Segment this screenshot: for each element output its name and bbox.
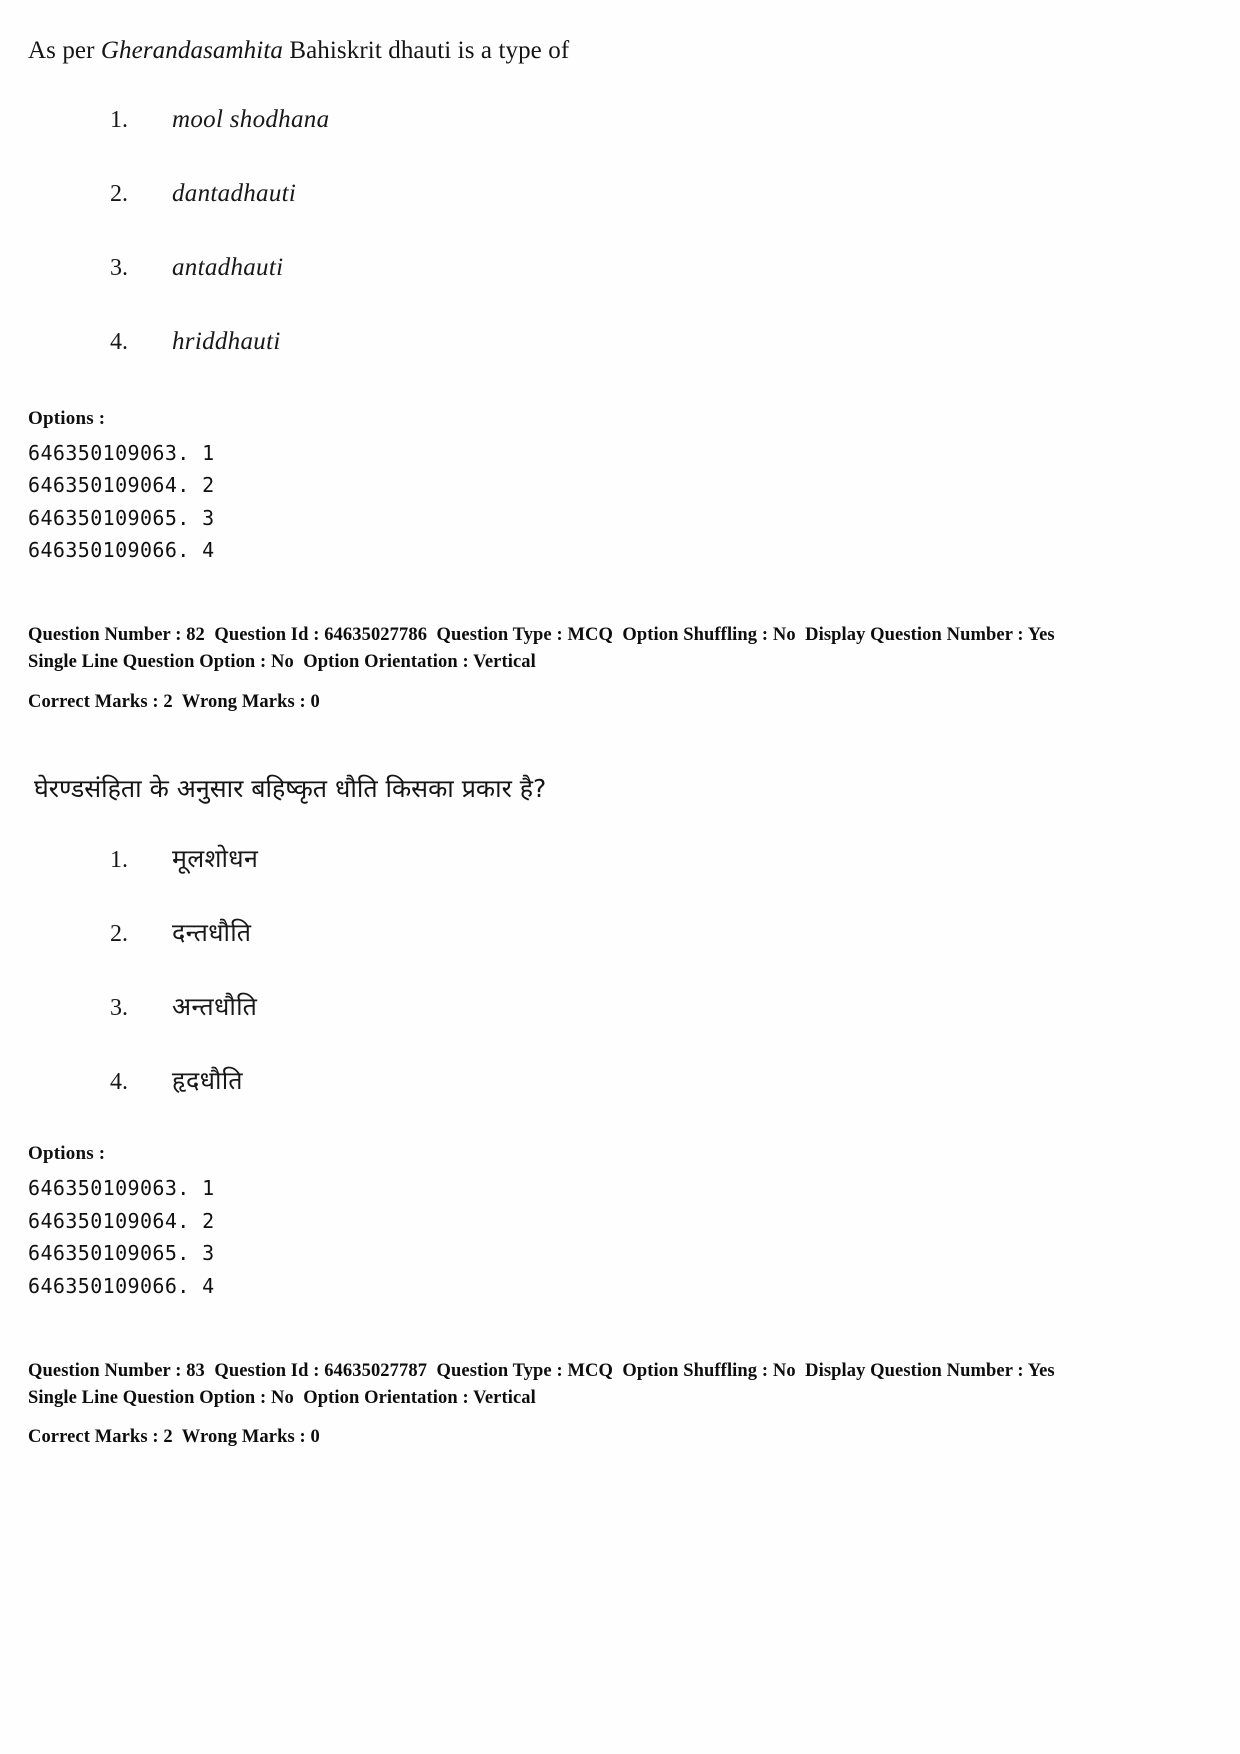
option-id-entry: 646350109064. 2 (28, 1208, 215, 1233)
option-number: 2. (110, 921, 128, 948)
option-number: 3. (110, 254, 128, 281)
stem-prefix: As per (28, 37, 101, 64)
option-id-entry: 646350109066. 4 (28, 537, 215, 562)
metadata-line-identifiers: Question Number : 82 Question Id : 64635… (28, 625, 1055, 646)
option-id-entry: 646350109063. 1 (28, 1176, 215, 1201)
option-ids-block-hindi: Options : 646350109063. 1 646350109064. … (28, 1143, 1212, 1302)
option-id-entry: 646350109066. 4 (28, 1273, 215, 1298)
answer-options-hindi: 1. मूलशोधन 2. दन्तधौति 3. अन्तधौति 4. हृ… (28, 841, 1212, 1137)
options-label: Options : (28, 1143, 106, 1165)
option-row[interactable]: 2. दन्तधौति (28, 915, 1212, 989)
option-row[interactable]: 1. mool shodhana (28, 106, 1212, 180)
option-label: dantadhauti (172, 179, 297, 207)
metadata-line-marks: Correct Marks : 2 Wrong Marks : 0 (28, 691, 320, 712)
page-content: As per Gherandasamhita Bahiskrit dhauti … (28, 34, 1212, 1451)
option-row[interactable]: 4. hriddhauti (28, 328, 1212, 402)
metadata-line-layout: Single Line Question Option : No Option … (28, 1387, 536, 1408)
question-stem-english: As per Gherandasamhita Bahiskrit dhauti … (28, 34, 1212, 68)
option-label: हृदधौति (172, 1066, 243, 1096)
option-label: अन्तधौति (172, 992, 258, 1022)
question-block-hindi: घेरण्डसंहिता के अनुसार बहिष्कृत धौति किस… (28, 771, 1212, 1451)
exam-page: As per Gherandasamhita Bahiskrit dhauti … (0, 0, 1240, 1754)
question-metadata-hindi: Question Number : 83 Question Id : 64635… (28, 1358, 1212, 1451)
option-id-entry: 646350109065. 3 (28, 1241, 215, 1266)
option-number: 4. (110, 328, 128, 355)
option-row[interactable]: 3. antadhauti (28, 254, 1212, 328)
metadata-line-marks: Correct Marks : 2 Wrong Marks : 0 (28, 1427, 320, 1448)
answer-options-english: 1. mool shodhana 2. dantadhauti 3. antad… (28, 106, 1212, 402)
metadata-line-identifiers: Question Number : 83 Question Id : 64635… (28, 1361, 1055, 1381)
option-label: दन्तधौति (172, 918, 252, 948)
option-ids-block-english: Options : 646350109063. 1 646350109064. … (28, 408, 1212, 567)
option-number: 3. (110, 995, 128, 1022)
option-label: mool shodhana (172, 105, 330, 133)
stem-italic-title: Gherandasamhita (100, 37, 283, 64)
option-row[interactable]: 4. हृदधौति (28, 1063, 1212, 1137)
metadata-line-layout: Single Line Question Option : No Option … (28, 651, 536, 672)
question-block-english: As per Gherandasamhita Bahiskrit dhauti … (28, 34, 1212, 715)
option-row[interactable]: 3. अन्तधौति (28, 989, 1212, 1063)
stem-suffix: Bahiskrit dhauti is a type of (282, 37, 570, 64)
option-id-entry: 646350109063. 1 (28, 440, 215, 465)
option-id-entry: 646350109064. 2 (28, 473, 215, 498)
option-number: 1. (110, 106, 128, 133)
question-metadata-english: Question Number : 82 Question Id : 64635… (28, 622, 1212, 715)
options-label: Options : (28, 407, 106, 429)
option-label: hriddhauti (172, 327, 281, 355)
option-row[interactable]: 2. dantadhauti (28, 180, 1212, 254)
question-stem-hindi: घेरण्डसंहिता के अनुसार बहिष्कृत धौति किस… (34, 774, 547, 804)
option-number: 1. (110, 847, 128, 874)
option-label: antadhauti (172, 253, 284, 281)
option-id-entry: 646350109065. 3 (28, 505, 215, 530)
option-row[interactable]: 1. मूलशोधन (28, 841, 1212, 915)
option-label: मूलशोधन (172, 844, 259, 874)
option-number: 4. (110, 1069, 128, 1096)
option-number: 2. (110, 180, 128, 207)
